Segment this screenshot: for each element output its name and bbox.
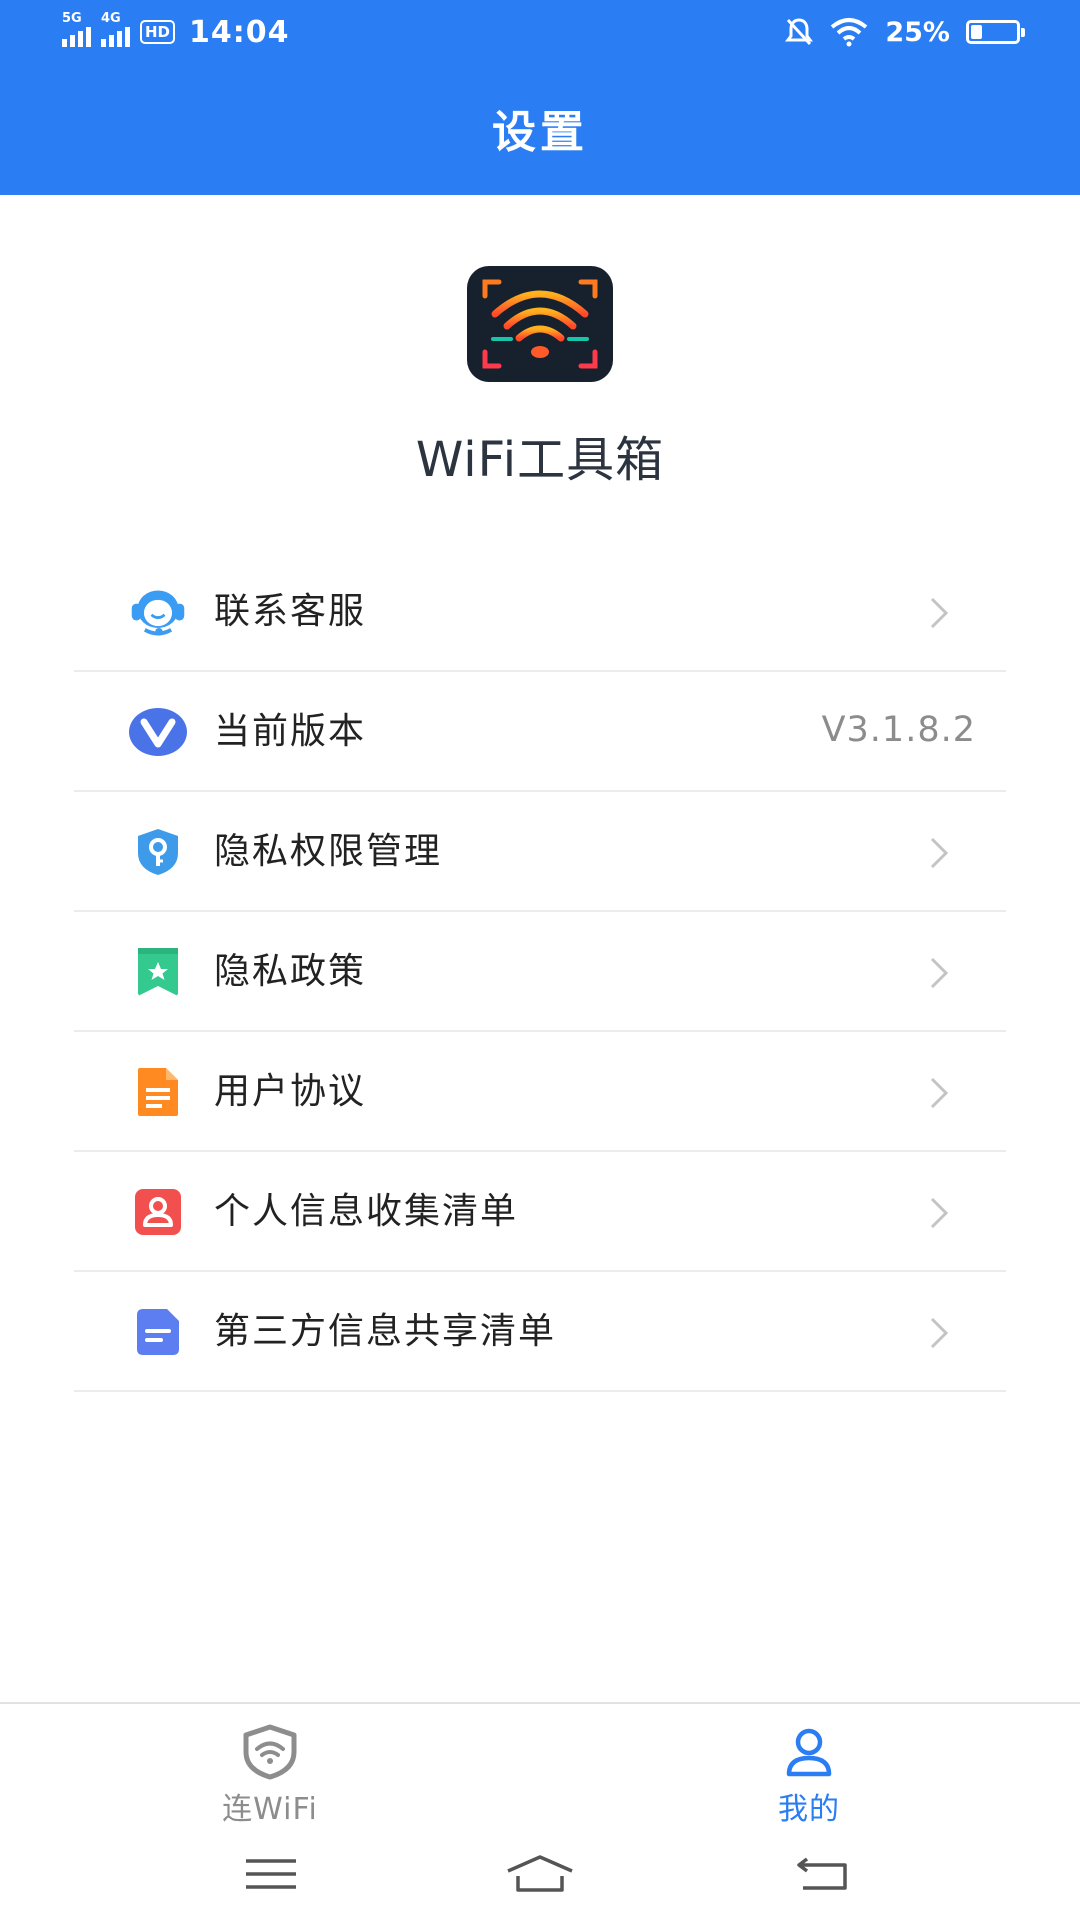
battery-percent: 25% — [885, 16, 950, 48]
chevron-right-icon — [930, 1197, 949, 1229]
privacy-shield-icon — [128, 826, 188, 878]
app-logo-icon — [467, 266, 613, 382]
menu-item-customer-service[interactable]: 联系客服 — [74, 552, 1006, 672]
menu-item-personal-info-list[interactable]: 个人信息收集清单 — [74, 1152, 1006, 1272]
version-value: V3.1.8.2 — [821, 710, 976, 750]
menu-item-label: 隐私政策 — [214, 951, 367, 992]
menu-item-label: 隐私权限管理 — [214, 831, 443, 872]
back-icon — [797, 1857, 847, 1890]
chevron-right-icon — [930, 1077, 949, 1109]
home-button[interactable] — [500, 1852, 580, 1896]
chevron-right-icon — [930, 597, 949, 629]
menu-item-third-party-share-list[interactable]: 第三方信息共享清单 — [74, 1272, 1006, 1392]
user-agreement-icon — [128, 1066, 188, 1118]
sim1-tag: 5G — [62, 11, 82, 26]
status-time: 14:04 — [189, 14, 290, 50]
privacy-policy-icon — [128, 946, 188, 998]
signal-sim1-icon: 5G — [62, 11, 91, 47]
menu-item-user-agreement[interactable]: 用户协议 — [74, 1032, 1006, 1152]
recent-apps-button[interactable] — [231, 1852, 311, 1896]
chevron-right-icon — [930, 837, 949, 869]
back-button[interactable] — [783, 1852, 863, 1896]
menu-item-label: 当前版本 — [214, 711, 367, 752]
chevron-right-icon — [930, 957, 949, 989]
chevron-right-icon — [930, 1317, 949, 1349]
header-bar: 5G 4G HD 14:04 25% 设置 — [0, 0, 1080, 195]
third-party-share-icon — [128, 1306, 188, 1358]
signal-sim2-icon: 4G — [101, 11, 130, 47]
menu-item-label: 个人信息收集清单 — [214, 1191, 519, 1232]
hd-voice-badge: HD — [140, 20, 176, 44]
tab-mine[interactable]: 我的 — [729, 1724, 889, 1828]
menu-item-privacy-policy[interactable]: 隐私政策 — [74, 912, 1006, 1032]
menu-item-current-version: 当前版本 V3.1.8.2 — [74, 672, 1006, 792]
home-icon — [507, 1855, 573, 1892]
bottom-tab-bar: 连WiFi 我的 — [0, 1702, 1080, 1827]
tab-connect-wifi[interactable]: 连WiFi — [190, 1724, 350, 1828]
menu-item-label: 联系客服 — [214, 591, 367, 632]
battery-icon — [966, 20, 1025, 44]
settings-menu: 联系客服 当前版本 V3.1.8.2 隐私权限管理 隐私政策 用户协议 个人信息… — [74, 552, 1006, 1392]
customer-service-icon — [128, 586, 188, 638]
system-nav-bar — [0, 1822, 1080, 1920]
page-title: 设置 — [492, 107, 588, 158]
wifi-shield-icon — [243, 1724, 297, 1780]
menu-lines-icon — [246, 1859, 296, 1889]
wifi-status-icon — [831, 18, 868, 47]
personal-info-icon — [128, 1186, 188, 1238]
mute-bell-icon — [785, 18, 814, 46]
menu-item-label: 用户协议 — [214, 1071, 367, 1112]
user-icon — [786, 1728, 832, 1777]
menu-item-privacy-permissions[interactable]: 隐私权限管理 — [74, 792, 1006, 912]
status-right: 25% — [785, 12, 1025, 52]
battery-fill — [971, 25, 982, 39]
status-left: 5G 4G HD 14:04 — [62, 11, 290, 52]
menu-item-label: 第三方信息共享清单 — [214, 1311, 557, 1352]
version-icon — [128, 706, 188, 758]
status-bar: 5G 4G HD 14:04 25% — [0, 0, 1080, 66]
app-name: WiFi工具箱 — [415, 432, 665, 488]
sim2-tag: 4G — [101, 11, 121, 26]
